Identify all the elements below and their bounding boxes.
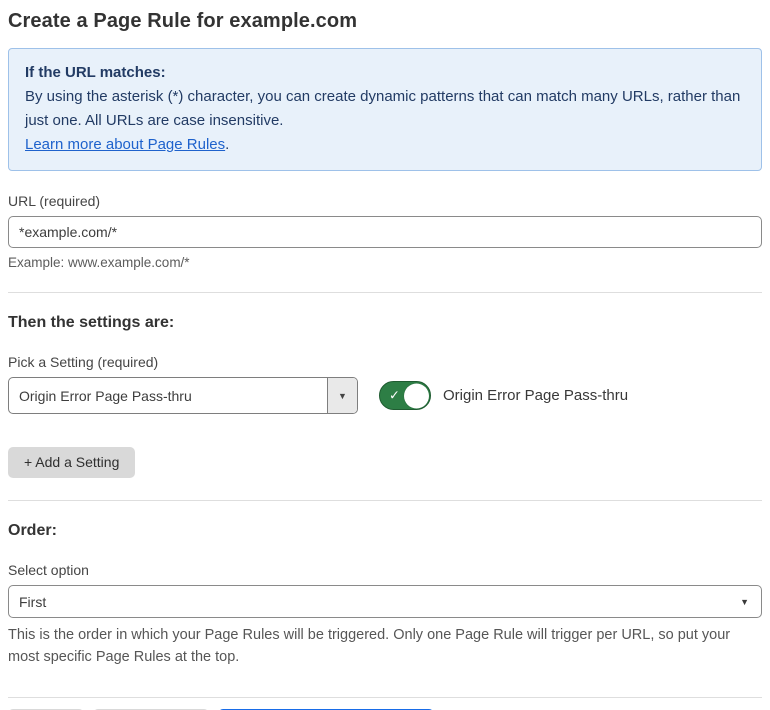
pick-setting-label: Pick a Setting (required) [8, 354, 159, 370]
info-box-heading: If the URL matches: [25, 64, 166, 81]
order-helper-text: This is the order in which your Page Rul… [8, 627, 731, 665]
setting-toggle[interactable]: ✓ [379, 381, 431, 410]
url-input[interactable] [8, 216, 762, 248]
setting-toggle-label: Origin Error Page Pass-thru [443, 387, 629, 404]
setting-row: Origin Error Page Pass-thru ▼ ✓ Origin E… [8, 377, 762, 414]
setting-picker-value: Origin Error Page Pass-thru [19, 387, 192, 404]
order-select[interactable]: First ▼ [8, 585, 762, 618]
select-option-label: Select option [8, 562, 89, 578]
divider [8, 697, 762, 698]
toggle-knob [404, 383, 429, 408]
url-helper-text: Example: www.example.com/* [8, 255, 190, 270]
info-box-link-line: Learn more about Page Rules. [25, 133, 745, 157]
order-select-value: First [19, 593, 47, 610]
setting-picker-dropdown[interactable]: Origin Error Page Pass-thru ▼ [8, 377, 358, 414]
info-box-body: By using the asterisk (*) character, you… [25, 88, 741, 129]
learn-more-link[interactable]: Learn more about Page Rules [25, 136, 225, 153]
divider [8, 292, 762, 293]
url-match-info-box: If the URL matches: By using the asteris… [8, 48, 762, 171]
create-page-rule-form: Create a Page Rule for example.com If th… [0, 0, 770, 710]
link-period: . [225, 136, 230, 153]
chevron-down-icon: ▼ [740, 596, 749, 607]
add-setting-button[interactable]: + Add a Setting [8, 447, 136, 478]
check-icon: ✓ [389, 387, 400, 403]
order-section-heading: Order: [8, 522, 57, 539]
chevron-down-icon[interactable]: ▼ [327, 378, 357, 413]
divider [8, 500, 762, 501]
url-field-label: URL (required) [8, 193, 101, 209]
page-title: Create a Page Rule for example.com [8, 10, 358, 32]
settings-section-heading: Then the settings are: [8, 314, 175, 331]
